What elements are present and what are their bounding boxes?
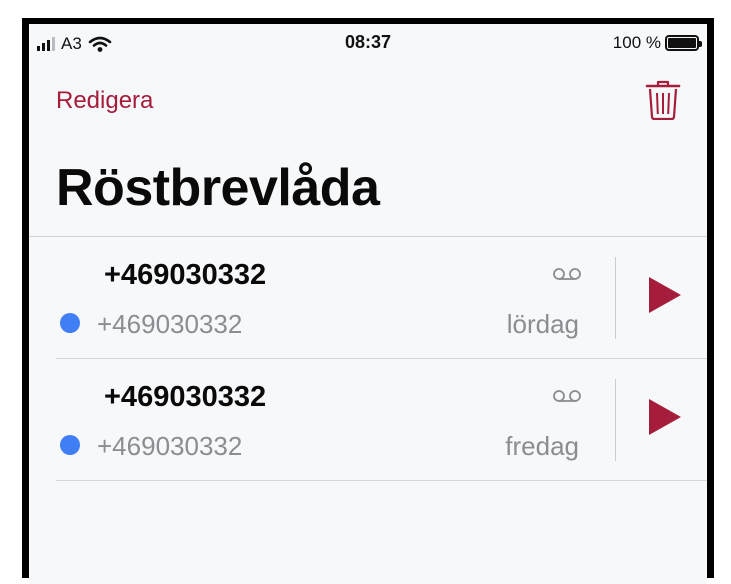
caller-name: +469030332: [104, 259, 267, 291]
trash-icon[interactable]: [645, 80, 681, 125]
caller-name: +469030332: [104, 381, 267, 413]
edit-button[interactable]: Redigera: [56, 87, 153, 115]
play-icon[interactable]: [649, 277, 681, 313]
voicemail-date: fredag: [505, 431, 579, 461]
play-icon[interactable]: [649, 399, 681, 435]
unread-indicator: [60, 435, 80, 455]
phone-frame: A3 08:37 100 % Redigera Röstbrevlåda +46…: [22, 18, 714, 584]
voicemail-row[interactable]: +469030332 +469030332 fredag: [29, 359, 707, 481]
status-time: 08:37: [344, 32, 392, 52]
voicemail-icon: [553, 267, 581, 286]
status-right: 100 %: [612, 33, 702, 53]
voicemail-row[interactable]: +469030332 +469030332 lördag: [29, 237, 707, 359]
row-separator: [615, 257, 616, 339]
unread-indicator: [60, 313, 80, 333]
voicemail-screen: A3 08:37 100 % Redigera Röstbrevlåda +46…: [29, 24, 707, 584]
battery-icon: [665, 35, 702, 51]
battery-percentage: 100 %: [612, 33, 661, 52]
row-separator: [615, 379, 616, 461]
caller-number: +469030332: [97, 431, 243, 461]
page-title: Röstbrevlåda: [56, 159, 380, 217]
row-divider: [56, 480, 707, 481]
status-bar: A3 08:37 100 %: [29, 24, 707, 64]
voicemail-icon: [553, 389, 581, 408]
voicemail-date: lördag: [506, 309, 579, 339]
caller-number: +469030332: [97, 309, 243, 339]
